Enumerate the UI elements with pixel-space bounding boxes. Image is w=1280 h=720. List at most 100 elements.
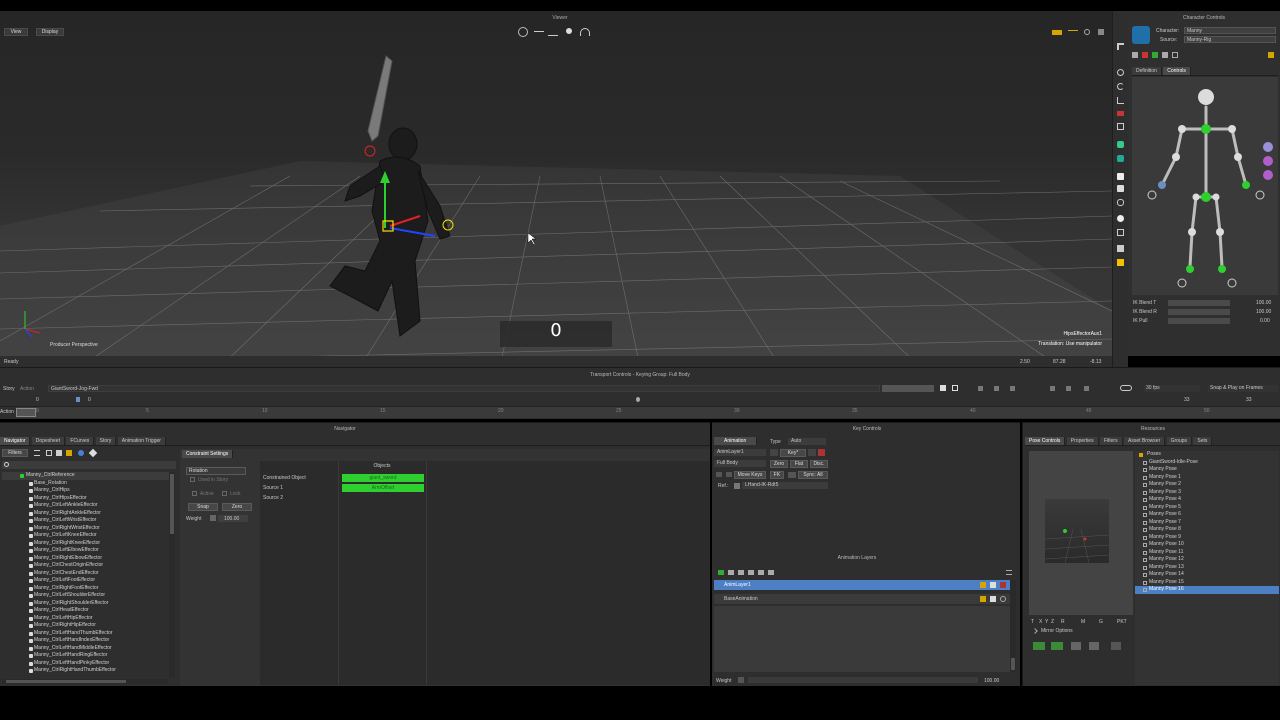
rotation-button[interactable]: Rotation <box>186 467 246 475</box>
layer-row-1[interactable]: BaseAnimation <box>714 594 1010 604</box>
hand-icon[interactable] <box>1117 199 1124 206</box>
ik-blend-r-slider[interactable] <box>1168 309 1230 315</box>
tab-definition[interactable]: Definition <box>1132 67 1162 75</box>
keyframe-icon[interactable] <box>1052 30 1062 35</box>
reach-icon[interactable] <box>1172 52 1178 58</box>
used-in-story-check[interactable] <box>190 477 195 482</box>
axis-t[interactable]: T <box>1031 619 1034 625</box>
add-layer-icon[interactable] <box>718 570 724 575</box>
ik-row-t[interactable]: IK Blend T 100.00 <box>1132 299 1278 307</box>
tree-item[interactable]: Manny_CtrlLeftHipEffector <box>2 615 170 623</box>
wrench-icon[interactable] <box>1098 29 1104 35</box>
poses-root[interactable]: Poses <box>1135 451 1279 459</box>
axis-x[interactable]: X <box>1039 619 1042 625</box>
axis-pkt[interactable]: PKT <box>1117 619 1127 625</box>
update-pose-icon[interactable] <box>1051 642 1063 650</box>
fps-select[interactable]: 30 fps <box>1144 385 1200 392</box>
layer-weight-slider[interactable] <box>748 677 978 683</box>
move-icon[interactable] <box>534 31 544 32</box>
cursor-icon[interactable] <box>1117 43 1124 50</box>
pose-item[interactable]: Manny Pose 9 <box>1135 534 1279 542</box>
axis-r[interactable]: R <box>1061 619 1065 625</box>
layer-1-key-icon[interactable] <box>980 596 986 602</box>
tree-item[interactable]: Manny_CtrlHips <box>2 487 170 495</box>
key-red-icon[interactable] <box>1117 111 1124 116</box>
redo-icon[interactable] <box>726 472 732 477</box>
pose-item[interactable]: Manny Pose <box>1135 466 1279 474</box>
end-frame-2[interactable]: 33 <box>1246 397 1252 403</box>
create-pose-icon[interactable] <box>1033 642 1045 650</box>
tree-hscroll-thumb[interactable] <box>6 680 126 683</box>
tab-story[interactable]: Story <box>95 437 117 445</box>
move-up-icon[interactable] <box>738 570 744 575</box>
tree-item[interactable]: Manny_CtrlLeftHandRingEffector <box>2 652 170 660</box>
tree-item[interactable]: Manny_CtrlRightElbowEffector <box>2 555 170 563</box>
range-handle[interactable] <box>636 397 640 402</box>
tree-item[interactable]: Manny_CtrlLeftWristEffector <box>2 517 170 525</box>
key-button[interactable]: Key* <box>780 449 806 457</box>
pose-item[interactable]: GiantSword-Idle-Pose <box>1135 459 1279 467</box>
axis-y[interactable]: Y <box>1045 619 1048 625</box>
source-select[interactable]: Manny-Rig <box>1184 36 1276 43</box>
ik-blend-t-slider[interactable] <box>1168 300 1230 306</box>
folder-icon[interactable] <box>66 450 72 456</box>
layer-1-lock-icon[interactable] <box>990 596 996 602</box>
rotate-icon[interactable] <box>547 28 563 36</box>
tab-animation[interactable]: Animation <box>714 437 758 445</box>
tab-sets[interactable]: Sets <box>1193 437 1213 445</box>
viewer-panel[interactable]: Viewer View Display Producer Perspective… <box>0 11 1112 367</box>
zero-button[interactable]: Zero <box>222 503 252 511</box>
tab-controls[interactable]: Controls <box>1163 67 1191 75</box>
tree-item[interactable]: Manny_CtrlLeftShoulderEffector <box>2 592 170 600</box>
layers-scrollbar[interactable] <box>1010 580 1016 672</box>
rotate-tool-icon[interactable] <box>1117 83 1124 90</box>
goto-end-icon[interactable] <box>1084 386 1089 391</box>
pose-item[interactable]: Manny Pose 6 <box>1135 511 1279 519</box>
lock-icon[interactable] <box>1117 245 1124 252</box>
tree-root[interactable]: Manny_CtrlReference <box>2 472 170 480</box>
tree-item[interactable]: Manny_CtrlRightHandThumbEffector <box>2 667 170 675</box>
ik-blend-r-value[interactable]: 100.00 <box>1256 309 1271 315</box>
active-check[interactable] <box>192 491 197 496</box>
frame-icon[interactable] <box>1117 123 1124 130</box>
playhead[interactable] <box>16 408 36 417</box>
body-icon[interactable] <box>1117 173 1124 180</box>
ik-pull-slider[interactable] <box>1168 318 1230 324</box>
layer-row-0[interactable]: AnimLayer1 <box>714 580 1010 590</box>
tab-properties[interactable]: Properties <box>1066 437 1099 445</box>
skeleton-widget[interactable] <box>1132 77 1278 295</box>
prev-key-icon[interactable] <box>994 386 999 391</box>
tree-item[interactable]: Manny_CtrlHipsEffector <box>2 495 170 503</box>
ik-blend-t-value[interactable]: 100.00 <box>1256 300 1271 306</box>
tab-filters[interactable]: Filters <box>1099 437 1123 445</box>
tree-item[interactable]: Manny_CtrlRightKneeEffector <box>2 540 170 548</box>
loop-icon[interactable] <box>1120 385 1132 391</box>
constrained-object-value[interactable]: giant_sword <box>342 474 424 482</box>
tab-constraint-settings[interactable]: Constraint Settings <box>182 450 234 458</box>
next-key-icon[interactable] <box>1066 386 1071 391</box>
tree-item[interactable]: Manny_CtrlChestEndEffector <box>2 570 170 578</box>
play-back-icon[interactable] <box>1010 386 1015 391</box>
key-icon[interactable] <box>1142 52 1148 58</box>
move-keys-button[interactable]: Move Keys <box>734 471 766 479</box>
tree-item[interactable]: Manny_CtrlLeftHandIndexEffector <box>2 637 170 645</box>
pose-item[interactable]: Manny Pose 8 <box>1135 526 1279 534</box>
axis-g[interactable]: G <box>1099 619 1103 625</box>
tree-item[interactable]: Manny_CtrlLeftHandPinkyEffector <box>2 660 170 668</box>
pose-item[interactable]: Manny Pose 2 <box>1135 481 1279 489</box>
action-tab[interactable]: Action <box>0 407 16 419</box>
ref-select[interactable]: LHand-IK-Rdt5 <box>742 482 828 489</box>
list-icon[interactable] <box>34 450 40 456</box>
ik-row-r[interactable]: IK Blend R 100.00 <box>1132 308 1278 316</box>
tree-scrollbar[interactable] <box>169 472 175 678</box>
tree-item[interactable]: Manny_CtrlLeftKneeEffector <box>2 532 170 540</box>
snap-button[interactable]: Snap <box>188 503 218 511</box>
layer-weight-key[interactable] <box>738 677 744 683</box>
layer-0-key-icon[interactable] <box>980 582 986 588</box>
delete-key-icon[interactable] <box>818 449 825 456</box>
prev-key-button[interactable] <box>770 449 778 456</box>
translate-icon[interactable] <box>1117 69 1124 76</box>
pin-icon[interactable] <box>1117 229 1124 236</box>
key-layer-icon[interactable] <box>758 570 764 575</box>
play-icon[interactable] <box>1050 386 1055 391</box>
